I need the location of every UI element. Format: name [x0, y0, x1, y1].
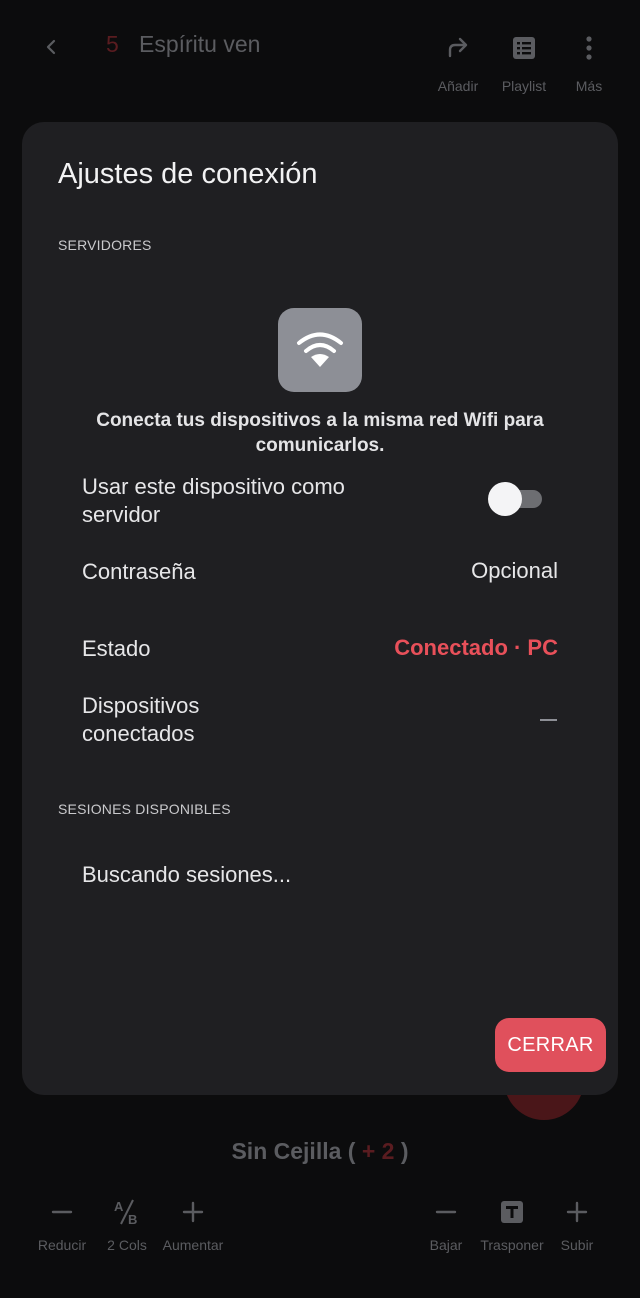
- connected-devices-label: Dispositivos conectados: [82, 693, 200, 746]
- song-title[interactable]: Espíritu ven: [139, 31, 260, 58]
- connected-devices-value: [540, 719, 557, 721]
- servers-section-label: SERVIDORES: [58, 237, 152, 253]
- back-chevron-icon: [46, 39, 56, 55]
- wifi-hint-text: Conecta tus dispositivos a la misma red …: [96, 410, 544, 456]
- transpose-t-icon: [501, 1201, 523, 1223]
- dialog-title: Ajustes de conexión: [58, 158, 318, 190]
- status-value: Conectado · PC: [394, 635, 558, 660]
- password-value[interactable]: Opcional: [471, 558, 558, 584]
- use-as-server-label: Usar este dispositivo como servidor: [82, 474, 345, 527]
- raise-button[interactable]: Subir: [537, 1196, 617, 1253]
- playlist-button[interactable]: Playlist: [488, 30, 560, 94]
- svg-text:A: A: [114, 1199, 124, 1214]
- plus-icon: [182, 1201, 204, 1223]
- increase-button[interactable]: Aumentar: [153, 1196, 233, 1253]
- add-label: Añadir: [437, 78, 479, 94]
- raise-label: Subir: [560, 1237, 594, 1253]
- use-as-server-toggle[interactable]: [488, 482, 542, 516]
- screen: 5 Espíritu ven Añadir Playlist Más Sin C…: [0, 0, 640, 1298]
- share-arrow-icon: [448, 37, 468, 58]
- close-button[interactable]: CERRAR: [495, 1018, 606, 1072]
- wifi-icon: [297, 332, 343, 367]
- toggle-thumb: [488, 482, 522, 516]
- more-button[interactable]: Más: [553, 30, 625, 94]
- app-bar: 5 Espíritu ven Añadir Playlist Más: [0, 0, 640, 110]
- playlist-label: Playlist: [501, 78, 547, 94]
- capo-suffix: ): [400, 1138, 409, 1164]
- columns-ab-icon: A B: [114, 1199, 137, 1226]
- wifi-tile: [278, 308, 362, 392]
- status-label: Estado: [82, 636, 151, 661]
- svg-text:B: B: [128, 1212, 137, 1226]
- back-button[interactable]: [34, 30, 68, 64]
- add-button[interactable]: Añadir: [422, 30, 494, 94]
- connection-settings-dialog: Ajustes de conexión SERVIDORES Conecta t…: [22, 122, 618, 1095]
- capo-prefix: Sin Cejilla (: [231, 1138, 356, 1164]
- list-icon: [513, 37, 535, 59]
- password-label: Contraseña: [82, 559, 196, 584]
- capo-indicator: Sin Cejilla ( + 2 ): [0, 1138, 640, 1165]
- available-sessions-label: SESIONES DISPONIBLES: [58, 801, 231, 817]
- searching-sessions-text: Buscando sesiones...: [82, 862, 292, 887]
- more-vertical-icon: [586, 36, 592, 60]
- increase-label: Aumentar: [162, 1237, 224, 1253]
- capo-value: + 2: [361, 1138, 395, 1164]
- song-number: 5: [106, 31, 119, 57]
- minus-icon: [51, 1210, 73, 1214]
- plus-icon: [566, 1201, 588, 1223]
- minus-icon: [435, 1210, 457, 1214]
- more-label: Más: [575, 78, 603, 94]
